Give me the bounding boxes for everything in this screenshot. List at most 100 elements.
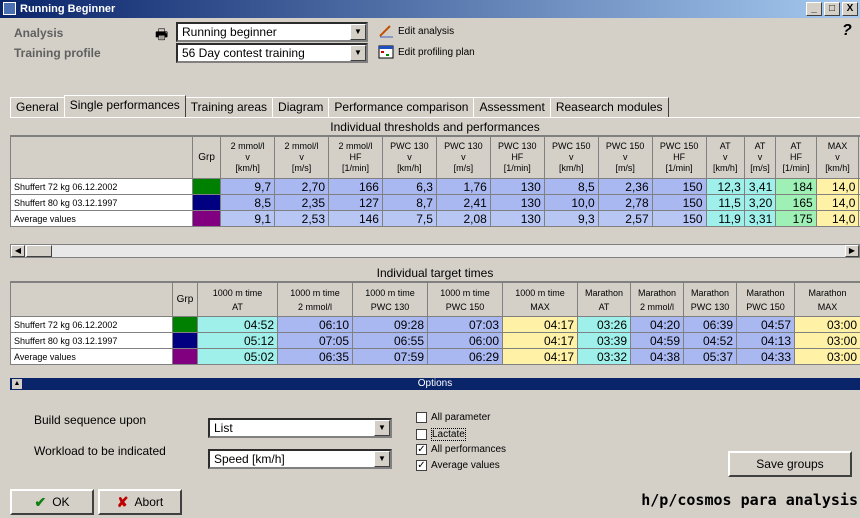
table-row[interactable]: Shuffert 72 kg 06.12.2002 04:52 06:10 09:28…	[10, 316, 860, 333]
threshold-cell: 2,35	[274, 194, 330, 211]
target-time-cell: 03:32	[577, 348, 631, 365]
tab-training-areas[interactable]: Training areas	[184, 97, 274, 117]
threshold-column-header: AT HF [1/min]	[775, 136, 817, 179]
header-line: MAX	[817, 301, 838, 312]
collapse-icon[interactable]: ▲	[12, 379, 22, 389]
threshold-cell: 165	[775, 194, 817, 211]
header-line: [1/min]	[503, 163, 531, 173]
table-row[interactable]: Average values 9,1 2,53 146 7,5 2,08 130 9,3 2,5…	[10, 210, 860, 227]
row-name: Shuffert 72 kg 06.12.2002	[10, 178, 194, 195]
scroll-left-icon[interactable]: ◀	[11, 245, 25, 257]
checkbox-box[interactable]: ✓	[416, 444, 427, 455]
edit-profiling-button[interactable]: Edit profiling plan	[378, 45, 475, 59]
horizontal-scrollbar[interactable]: ◀ ▶	[10, 244, 860, 258]
chevron-down-icon[interactable]: ▼	[374, 451, 390, 467]
header-line: [km/h]	[235, 163, 260, 173]
tab-research-modules[interactable]: Reasearch modules	[549, 97, 669, 117]
target-column-header: Marathon PWC 130	[683, 282, 737, 317]
workload-select[interactable]: Speed [km/h] ▼	[208, 449, 392, 469]
header-line: 1000 m time	[440, 287, 490, 298]
header-line: Marathon	[690, 287, 730, 298]
edit-analysis-label: Edit analysis	[398, 25, 455, 37]
table-row[interactable]: Average values 05:02 06:35 07:59 06:29 04:17 0…	[10, 348, 860, 365]
abort-button[interactable]: ✘ Abort	[98, 489, 182, 515]
checkbox-box[interactable]	[416, 429, 427, 440]
checkbox-box[interactable]	[416, 412, 427, 423]
scroll-thumb[interactable]	[26, 245, 52, 257]
threshold-cell: 2,41	[435, 194, 491, 211]
header-line: AT	[719, 141, 731, 151]
tab-bar: General Single performances Training are…	[10, 95, 669, 117]
chevron-down-icon[interactable]: ▼	[374, 420, 390, 436]
checkbox-box[interactable]: ✓	[416, 460, 427, 471]
help-icon[interactable]: ?	[842, 22, 852, 40]
group-color-swatch[interactable]	[192, 210, 222, 227]
close-button[interactable]: X	[842, 2, 858, 16]
targets-table: Grp 1000 m time AT 1000 m time 2 mmol/l 1000 …	[10, 282, 860, 365]
threshold-cell: 150	[651, 194, 707, 211]
profile-label: Training profile	[14, 46, 101, 60]
header-line: HF	[673, 152, 686, 162]
threshold-column-header: 2 mmol/l v [km/h]	[220, 136, 276, 179]
maximize-button[interactable]: □	[824, 2, 840, 16]
tab-single-performances[interactable]: Single performances	[63, 95, 186, 117]
threshold-cell: 11,5	[705, 194, 745, 211]
checkbox-label: All parameter	[431, 412, 491, 423]
save-groups-button[interactable]: Save groups	[728, 451, 852, 477]
target-time-cell: 04:52	[197, 316, 278, 333]
average-values-checkbox[interactable]: ✓ Average values	[416, 460, 500, 471]
profile-select-value: 56 Day contest training	[182, 46, 305, 60]
target-time-cell: 04:13	[736, 332, 795, 349]
header-line: AT	[598, 301, 610, 312]
all-performances-checkbox[interactable]: ✓ All performances	[416, 444, 506, 455]
edit-analysis-button[interactable]: Edit analysis	[378, 24, 454, 38]
tab-assessment[interactable]: Assessment	[473, 97, 551, 117]
minimize-button[interactable]: _	[806, 2, 822, 16]
chevron-down-icon[interactable]: ▼	[350, 45, 366, 61]
group-color-swatch[interactable]	[192, 178, 222, 195]
header-line: 2 mmol/l	[639, 301, 674, 312]
group-color-swatch[interactable]	[172, 348, 198, 365]
target-time-cell: 04:17	[502, 332, 578, 349]
threshold-cell: 130	[489, 178, 545, 195]
grp-header: Grp	[172, 282, 198, 317]
scroll-right-icon[interactable]: ▶	[845, 245, 859, 257]
name-header	[10, 282, 173, 317]
chevron-down-icon[interactable]: ▼	[350, 24, 366, 40]
target-time-cell: 09:28	[352, 316, 428, 333]
header-line: PWC 150	[746, 301, 785, 312]
ok-button[interactable]: ✔ OK	[10, 489, 94, 515]
threshold-cell: 2,36	[597, 178, 653, 195]
build-sequence-value: List	[214, 421, 233, 435]
table-row[interactable]: Shuffert 72 kg 06.12.2002 9,7 2,70 166 6,3 1,…	[10, 178, 860, 195]
threshold-cell: 130	[489, 194, 545, 211]
options-bar[interactable]: ▲ Options	[10, 378, 860, 390]
table-row[interactable]: Shuffert 80 kg 03.12.1997 8,5 2,35 127 8,7 2,…	[10, 194, 860, 211]
target-time-cell: 07:05	[277, 332, 353, 349]
all-parameter-checkbox[interactable]: All parameter	[416, 412, 490, 423]
header-line: 1000 m time	[290, 287, 340, 298]
target-column-header: Marathon 2 mmol/l	[630, 282, 684, 317]
target-time-cell: 04:33	[736, 348, 795, 365]
thresholds-table-container: Grp 2 mmol/l v [km/h] 2 mmol/l v [m/s] 2 mmol/l…	[10, 136, 860, 244]
group-color-swatch[interactable]	[172, 332, 198, 349]
threshold-cell: 3,20	[743, 194, 777, 211]
ok-label: OK	[52, 495, 70, 509]
tab-general[interactable]: General	[10, 97, 65, 117]
threshold-cell: 8,5	[220, 194, 276, 211]
build-sequence-select[interactable]: List ▼	[208, 418, 392, 438]
lactate-checkbox[interactable]: Lactate	[416, 428, 466, 441]
analysis-select[interactable]: Running beginner ▼	[176, 22, 368, 42]
group-color-swatch[interactable]	[172, 316, 198, 333]
threshold-cell: 150	[651, 178, 707, 195]
threshold-cell: 150	[651, 210, 707, 227]
profile-select[interactable]: 56 Day contest training ▼	[176, 43, 368, 63]
group-color-swatch[interactable]	[192, 194, 222, 211]
pencil-icon	[379, 25, 393, 38]
tab-diagram[interactable]: Diagram	[272, 97, 330, 117]
table-row[interactable]: Shuffert 80 kg 03.12.1997 05:12 07:05 06:55…	[10, 332, 860, 349]
row-name: Shuffert 80 kg 03.12.1997	[10, 194, 194, 211]
printer-icon[interactable]: 🖶	[155, 24, 168, 48]
checkbox-label: Average values	[431, 460, 500, 471]
tab-performance-comparison[interactable]: Performance comparison	[328, 97, 475, 117]
